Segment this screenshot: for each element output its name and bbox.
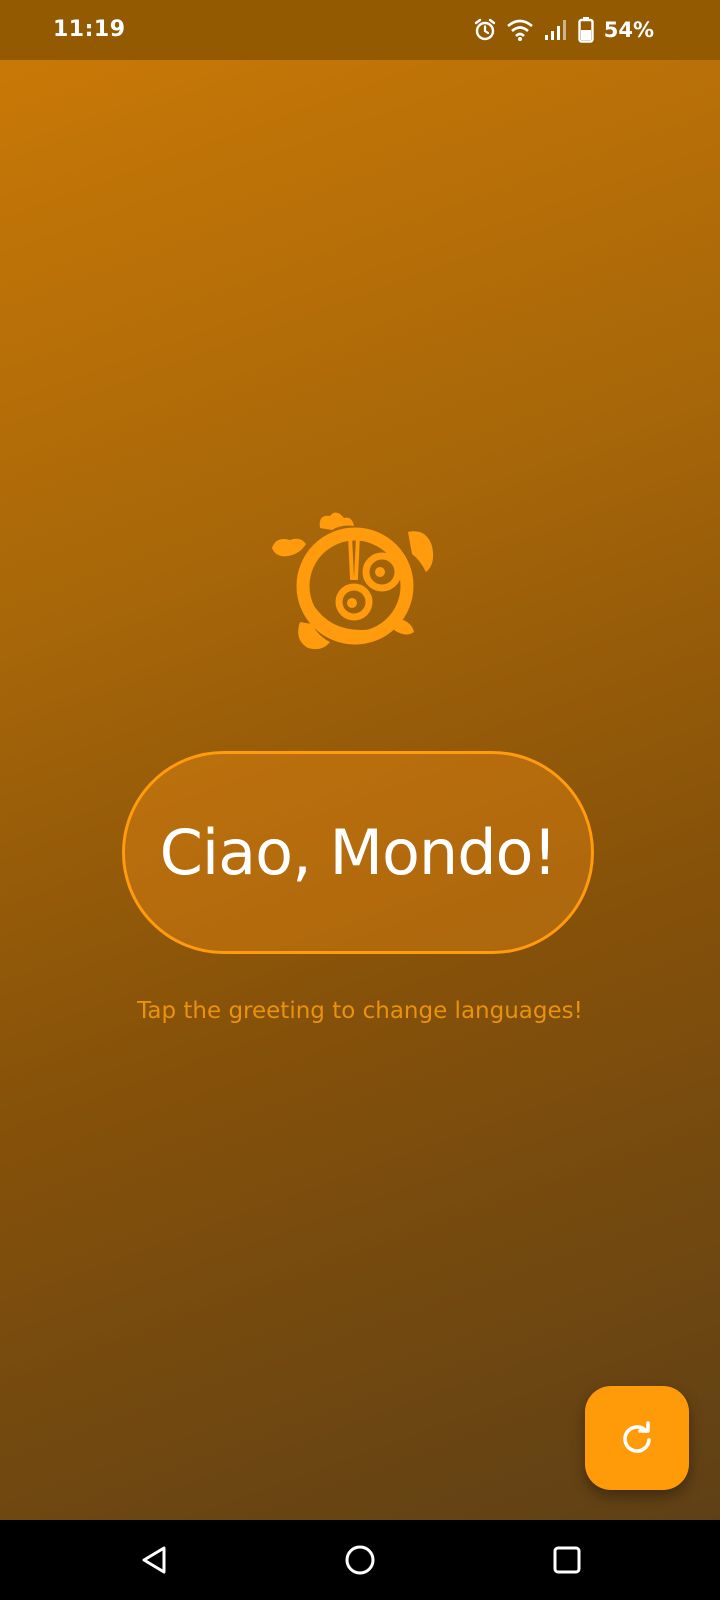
app-screen: 11:19 54% Ciao, Mondo! Tap the greeting … bbox=[0, 0, 720, 1520]
wifi-icon bbox=[506, 19, 533, 41]
navigation-bar bbox=[0, 1520, 720, 1600]
status-bar: 11:19 54% bbox=[0, 0, 720, 60]
recents-icon[interactable] bbox=[549, 1542, 585, 1578]
signal-icon bbox=[544, 20, 566, 40]
alarm-icon bbox=[474, 18, 495, 41]
battery-icon bbox=[578, 17, 594, 43]
refresh-button[interactable] bbox=[585, 1386, 689, 1490]
refresh-icon bbox=[623, 1421, 651, 1453]
battery-percent: 54% bbox=[603, 18, 654, 42]
greeting-text: Ciao, Mondo! bbox=[159, 816, 558, 889]
greeting-button[interactable]: Ciao, Mondo! bbox=[122, 751, 594, 954]
status-time: 11:19 bbox=[53, 17, 126, 42]
back-icon[interactable] bbox=[136, 1542, 172, 1578]
hint-text: Tap the greeting to change languages! bbox=[137, 998, 583, 1024]
home-icon[interactable] bbox=[342, 1542, 378, 1578]
flutter-bird-logo bbox=[272, 512, 434, 650]
status-icons: 54% bbox=[474, 16, 654, 44]
